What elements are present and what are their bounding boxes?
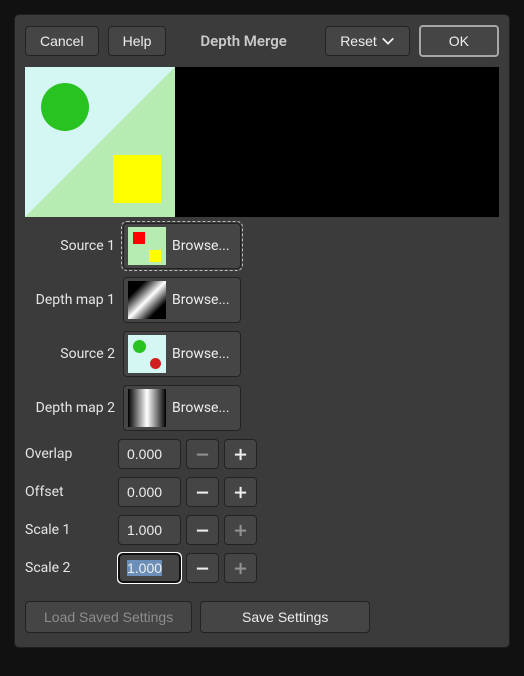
- save-settings-button[interactable]: Save Settings: [200, 601, 370, 633]
- row-source-1: Source 1 Browse...: [25, 223, 499, 269]
- browse-depth-map-1[interactable]: Browse...: [123, 277, 241, 323]
- ok-button[interactable]: OK: [419, 25, 499, 57]
- scale-1-minus-button[interactable]: [186, 515, 219, 545]
- label-scale-1: Scale 1: [25, 522, 83, 538]
- offset-input[interactable]: [118, 477, 181, 507]
- minus-icon: [195, 523, 210, 538]
- plus-icon: [233, 485, 248, 500]
- scale-1-input[interactable]: [118, 515, 181, 545]
- label-source-1: Source 1: [25, 238, 115, 254]
- scale-1-plus-button[interactable]: [224, 515, 257, 545]
- preview-empty: [175, 67, 499, 217]
- preview-result: [25, 67, 175, 217]
- row-depth-map-1: Depth map 1 Browse...: [25, 277, 499, 323]
- browse-source-2[interactable]: Browse...: [123, 331, 241, 377]
- reset-button[interactable]: Reset: [325, 26, 410, 56]
- scale-2-plus-button[interactable]: [224, 553, 257, 583]
- chevron-down-icon: [381, 34, 395, 48]
- browse-depth-map-2[interactable]: Browse...: [123, 385, 241, 431]
- label-offset: Offset: [25, 484, 83, 500]
- preview-circle: [41, 83, 89, 131]
- preview-area: [25, 67, 499, 217]
- browse-source-2-label: Browse...: [172, 346, 230, 362]
- scale-2-minus-button[interactable]: [186, 553, 219, 583]
- plus-icon: [233, 447, 248, 462]
- preview-square: [113, 155, 161, 203]
- minus-icon: [195, 485, 210, 500]
- browse-source-1[interactable]: Browse...: [123, 223, 241, 269]
- minus-icon: [195, 561, 210, 576]
- help-button[interactable]: Help: [108, 26, 167, 56]
- plus-icon: [233, 523, 248, 538]
- label-depth-map-2: Depth map 2: [25, 400, 115, 416]
- row-source-2: Source 2 Browse...: [25, 331, 499, 377]
- row-depth-map-2: Depth map 2 Browse...: [25, 385, 499, 431]
- thumb-source-1-icon: [128, 227, 166, 265]
- browse-depth-map-1-label: Browse...: [172, 292, 230, 308]
- minus-icon: [195, 447, 210, 462]
- scale-2-input[interactable]: [118, 553, 181, 583]
- bottom-bar: Load Saved Settings Save Settings: [25, 601, 499, 633]
- thumb-depth-map-1-icon: [128, 281, 166, 319]
- plus-icon: [233, 561, 248, 576]
- offset-minus-button[interactable]: [186, 477, 219, 507]
- label-overlap: Overlap: [25, 446, 83, 462]
- overlap-input[interactable]: [118, 439, 181, 469]
- row-scale-2: Scale 2: [25, 553, 499, 583]
- thumb-depth-map-2-icon: [128, 389, 166, 427]
- thumb-source-2-icon: [128, 335, 166, 373]
- overlap-minus-button[interactable]: [186, 439, 219, 469]
- browse-source-1-label: Browse...: [172, 238, 230, 254]
- dialog-title: Depth Merge: [200, 32, 286, 50]
- row-overlap: Overlap: [25, 439, 499, 469]
- label-depth-map-1: Depth map 1: [25, 292, 115, 308]
- top-bar: Cancel Help Depth Merge Reset OK: [25, 25, 499, 57]
- row-offset: Offset: [25, 477, 499, 507]
- reset-label: Reset: [340, 33, 377, 49]
- label-source-2: Source 2: [25, 346, 115, 362]
- row-scale-1: Scale 1: [25, 515, 499, 545]
- load-saved-settings-button[interactable]: Load Saved Settings: [25, 601, 192, 633]
- dialog-panel: Cancel Help Depth Merge Reset OK Source …: [14, 14, 510, 648]
- label-scale-2: Scale 2: [25, 560, 83, 576]
- cancel-button[interactable]: Cancel: [25, 26, 99, 56]
- browse-depth-map-2-label: Browse...: [172, 400, 230, 416]
- offset-plus-button[interactable]: [224, 477, 257, 507]
- overlap-plus-button[interactable]: [224, 439, 257, 469]
